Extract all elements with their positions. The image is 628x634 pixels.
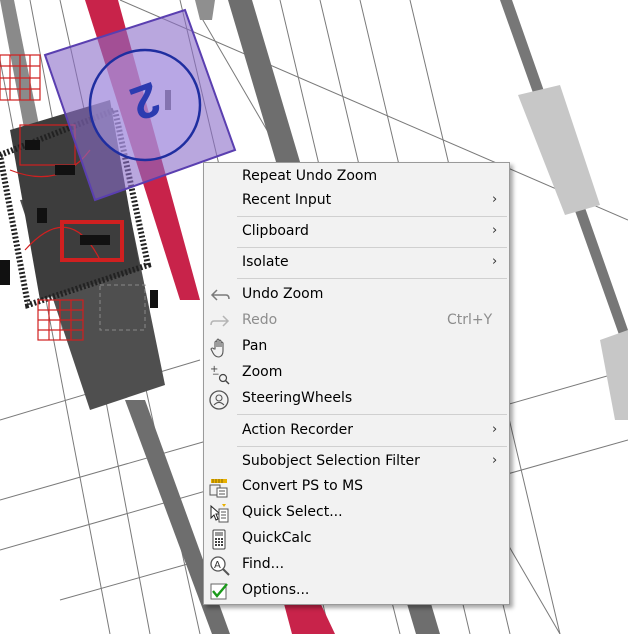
menu-item-action-recorder[interactable]: Action Recorder › <box>204 419 509 445</box>
menu-item-pan[interactable]: Pan <box>204 335 509 361</box>
menu-item-label: Recent Input <box>242 192 332 208</box>
svg-text:−: − <box>212 370 220 380</box>
menu-separator <box>237 216 507 217</box>
submenu-arrow-icon: › <box>492 223 498 238</box>
menu-item-recent-input[interactable]: Recent Input › <box>204 189 509 215</box>
menu-item-isolate[interactable]: Isolate › <box>204 251 509 277</box>
menu-item-label: Subobject Selection Filter <box>242 453 420 469</box>
submenu-arrow-icon: › <box>492 192 498 207</box>
small-grey-block <box>195 0 215 20</box>
menu-separator <box>237 414 507 415</box>
svg-text:A: A <box>214 560 221 571</box>
menu-item-label: Undo Zoom <box>242 286 324 302</box>
light-grey-block <box>518 85 600 215</box>
menu-item-label: Options... <box>242 582 310 598</box>
convert-ps-ms-icon <box>208 477 232 499</box>
menu-item-undo-zoom[interactable]: Undo Zoom <box>204 283 509 309</box>
submenu-arrow-icon: › <box>492 422 498 437</box>
menu-item-label: Clipboard <box>242 223 309 239</box>
menu-item-label: Pan <box>242 338 268 354</box>
menu-item-quickcalc[interactable]: QuickCalc <box>204 527 509 553</box>
menu-item-shortcut: Ctrl+Y <box>447 312 493 328</box>
submenu-arrow-icon: › <box>492 453 498 468</box>
menu-item-label: Zoom <box>242 364 283 380</box>
menu-item-repeat-undo-zoom[interactable]: Repeat Undo Zoom <box>204 165 509 191</box>
menu-item-label: Convert PS to MS <box>242 478 364 494</box>
submenu-arrow-icon: › <box>492 254 498 269</box>
menu-item-find[interactable]: A Find... <box>204 553 509 579</box>
menu-item-label: Repeat Undo Zoom <box>242 168 378 184</box>
context-menu: Repeat Undo Zoom Recent Input › Clipboar… <box>203 162 510 605</box>
menu-item-steeringwheels[interactable]: SteeringWheels <box>204 387 509 413</box>
undo-arrow-icon <box>208 285 232 307</box>
pan-hand-icon <box>208 337 232 359</box>
menu-item-options[interactable]: Options... <box>204 579 509 605</box>
zoom-magnifier-icon: + − <box>208 363 232 385</box>
menu-item-label: QuickCalc <box>242 530 312 546</box>
menu-item-label: Redo <box>242 312 278 328</box>
menu-item-subobject-selection-filter[interactable]: Subobject Selection Filter › <box>204 450 509 476</box>
quick-select-icon <box>208 503 232 525</box>
menu-item-label: Isolate <box>242 254 289 270</box>
menu-separator <box>237 278 507 279</box>
menu-item-label: Action Recorder <box>242 422 354 438</box>
calculator-icon <box>208 529 232 551</box>
menu-item-convert-ps-to-ms[interactable]: Convert PS to MS <box>204 475 509 501</box>
steering-wheel-icon <box>208 389 232 411</box>
menu-item-zoom[interactable]: + − Zoom <box>204 361 509 387</box>
find-text-icon: A <box>208 555 232 577</box>
menu-item-clipboard[interactable]: Clipboard › <box>204 220 509 246</box>
light-grey-block-2 <box>600 330 628 420</box>
menu-item-label: Quick Select... <box>242 504 343 520</box>
menu-item-redo: Redo Ctrl+Y <box>204 309 509 335</box>
menu-item-label: SteeringWheels <box>242 390 353 406</box>
menu-item-quick-select[interactable]: Quick Select... <box>204 501 509 527</box>
menu-item-label: Find... <box>242 556 285 572</box>
redo-arrow-icon <box>208 311 232 333</box>
menu-separator <box>237 247 507 248</box>
checkmark-icon <box>208 581 232 603</box>
menu-separator <box>237 446 507 447</box>
